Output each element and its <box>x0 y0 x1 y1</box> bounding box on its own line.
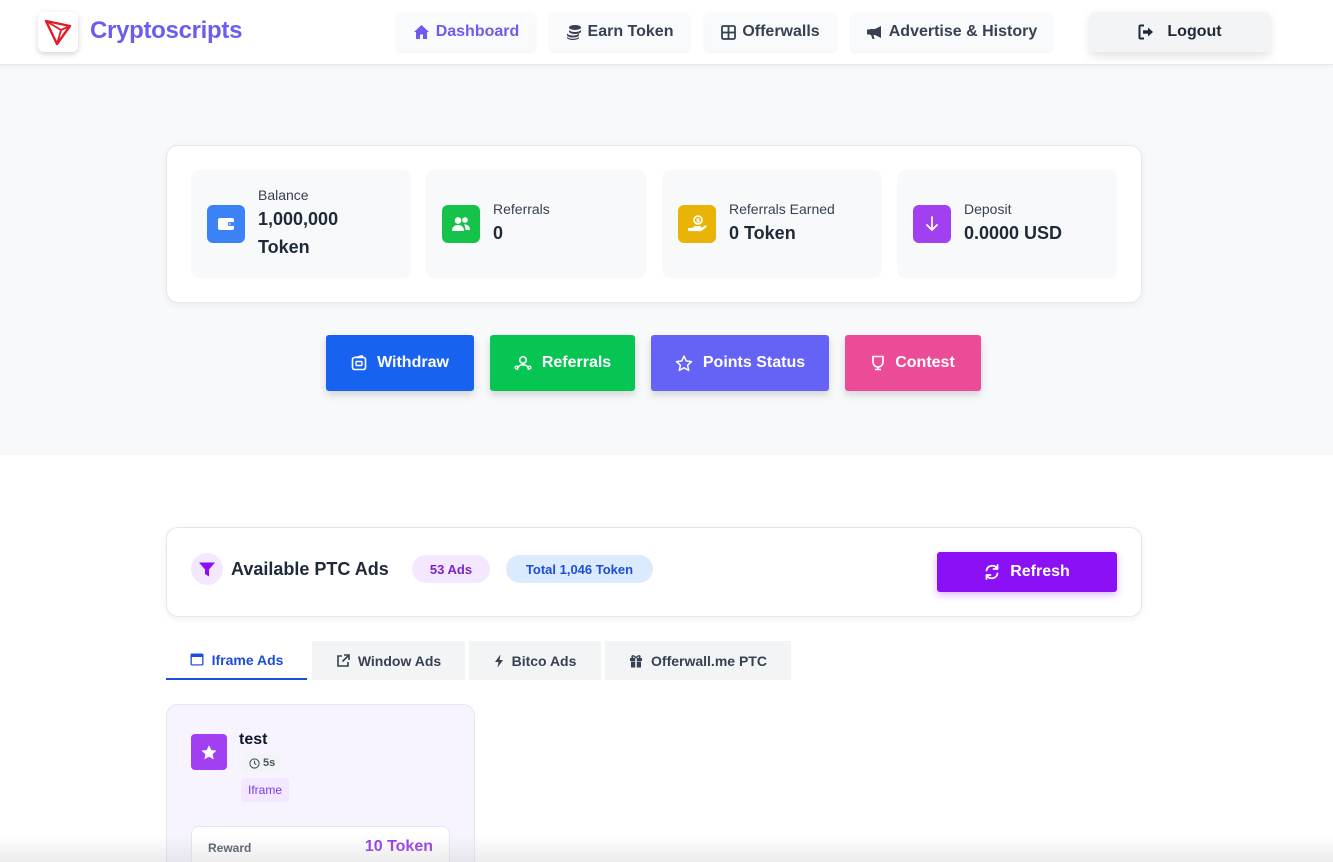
top-header: Cryptoscripts Dashboard Earn Token Offer… <box>0 0 1333 65</box>
stat-balance-value: 1,000,000 <box>258 209 339 229</box>
tron-logo-icon <box>44 19 72 46</box>
stat-referrals-label: Referrals <box>493 201 550 217</box>
nav-earn-token[interactable]: Earn Token <box>550 13 689 51</box>
coins-icon <box>566 25 581 40</box>
ptc-title: Available PTC Ads <box>231 559 389 579</box>
nav-advertise-history-label: Advertise & History <box>888 23 1038 40</box>
points-status-label: Points Status <box>702 354 806 371</box>
megaphone-icon <box>866 25 881 39</box>
refresh-button[interactable]: Refresh <box>937 552 1117 592</box>
nav-dashboard-label: Dashboard <box>435 23 520 40</box>
hand-coin-icon: $ <box>678 205 716 243</box>
total-token-badge: Total 1,046 Token <box>506 555 653 583</box>
external-link-icon <box>337 653 350 667</box>
logout-icon <box>1138 24 1154 40</box>
users-icon <box>442 205 480 243</box>
ad-duration: 5s <box>263 757 276 769</box>
refresh-icon <box>985 564 999 580</box>
ad-card[interactable]: test 5s Iframe Reward 10 Token <box>166 704 475 862</box>
gift-icon <box>630 654 643 667</box>
stats-card: Balance 1,000,000 Token Referrals 0 $ Re… <box>166 145 1142 303</box>
stat-referrals-earned: $ Referrals Earned 0 Token <box>662 170 882 278</box>
contest-label: Contest <box>895 354 955 371</box>
users-outline-icon <box>514 355 532 371</box>
arrow-down-icon <box>913 205 951 243</box>
wallet-outline-icon <box>351 355 367 371</box>
wallet-icon <box>207 205 245 243</box>
stat-balance-label: Balance <box>258 187 309 203</box>
tab-iframe-ads[interactable]: Iframe Ads <box>166 641 307 680</box>
nav-offerwalls-label: Offerwalls <box>742 23 820 40</box>
stat-referrals-earned-value: 0 Token <box>729 223 796 243</box>
bolt-icon <box>494 654 503 667</box>
refresh-label: Refresh <box>1010 563 1070 580</box>
logout-button[interactable]: Logout <box>1090 12 1270 52</box>
nav-offerwalls[interactable]: Offerwalls <box>705 13 836 51</box>
tab-bitco-ads[interactable]: Bitco Ads <box>469 641 601 680</box>
tab-iframe-ads-label: Iframe Ads <box>211 651 284 668</box>
stat-referrals-value: 0 <box>493 223 504 243</box>
tab-window-ads[interactable]: Window Ads <box>312 641 465 680</box>
reward-box: Reward 10 Token <box>191 826 450 862</box>
grid-icon <box>721 24 737 40</box>
stat-deposit-value: 0.0000 USD <box>964 223 1063 243</box>
stat-balance-unit: Token <box>258 237 310 257</box>
contest-button[interactable]: Contest <box>845 335 981 391</box>
trophy-icon <box>872 355 885 371</box>
referrals-button[interactable]: Referrals <box>490 335 635 391</box>
referrals-button-label: Referrals <box>541 354 612 371</box>
ad-type-badge: Iframe <box>241 778 290 802</box>
star-icon <box>191 734 227 770</box>
points-status-button[interactable]: Points Status <box>651 335 829 391</box>
ad-duration-badge: 5s <box>243 754 282 772</box>
reward-label: Reward <box>208 841 252 855</box>
nav-earn-token-label: Earn Token <box>587 23 674 40</box>
nav-dashboard[interactable]: Dashboard <box>397 13 535 51</box>
window-icon <box>190 653 204 666</box>
brand-name[interactable]: Cryptoscripts <box>90 17 242 45</box>
tab-offerwall-me-ptc[interactable]: Offerwall.me PTC <box>605 641 791 680</box>
stat-balance: Balance 1,000,000 Token <box>191 170 411 278</box>
logout-label: Logout <box>1167 23 1222 40</box>
reward-value: 10 Token <box>364 838 433 855</box>
filter-icon <box>191 553 223 585</box>
home-icon <box>413 25 429 39</box>
ptc-ads-card: Available PTC Ads 53 Ads Total 1,046 Tok… <box>166 527 1142 617</box>
ads-count-badge: 53 Ads <box>412 555 490 583</box>
brand-logo[interactable] <box>38 12 78 52</box>
stat-deposit-label: Deposit <box>964 201 1012 217</box>
tab-bitco-ads-label: Bitco Ads <box>511 652 577 669</box>
tab-offerwall-me-ptc-label: Offerwall.me PTC <box>651 652 767 669</box>
svg-text:$: $ <box>696 216 701 224</box>
stat-referrals: Referrals 0 <box>426 170 646 278</box>
withdraw-label: Withdraw <box>377 354 449 371</box>
stat-deposit: Deposit 0.0000 USD <box>897 170 1117 278</box>
clock-icon <box>249 757 260 769</box>
ad-title: test <box>239 731 268 748</box>
nav-advertise-history[interactable]: Advertise & History <box>851 13 1052 51</box>
tab-window-ads-label: Window Ads <box>357 652 442 669</box>
withdraw-button[interactable]: Withdraw <box>326 335 474 391</box>
stat-referrals-earned-label: Referrals Earned <box>729 201 835 217</box>
star-outline-icon <box>675 354 693 371</box>
